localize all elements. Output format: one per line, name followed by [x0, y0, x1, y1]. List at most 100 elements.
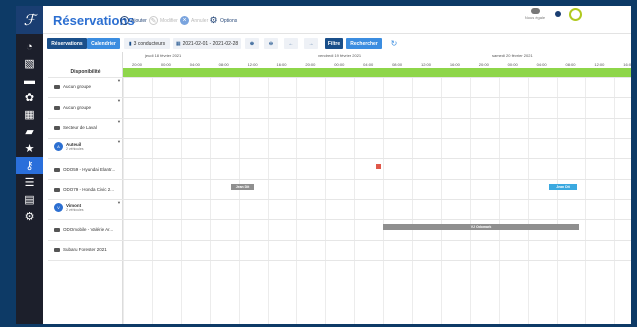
car-icon [54, 167, 60, 172]
time-label: 12:00 [247, 62, 258, 67]
car-icon [54, 125, 60, 130]
zoom-out-button[interactable]: ⊖ [264, 38, 278, 49]
calendar-icon[interactable]: ▦ [16, 106, 43, 123]
plus-circle-icon: + [120, 16, 129, 25]
resource-row[interactable]: ODO79 - Honda Civic 2... [54, 187, 114, 192]
time-label: 00:00 [160, 62, 171, 67]
car-icon [54, 247, 60, 252]
print-icon[interactable]: ▤ [16, 191, 43, 208]
tab-reservations[interactable]: Réservations [47, 38, 87, 49]
reservation-label: Jean Dit [235, 185, 250, 189]
add-button[interactable]: + Ajouter [120, 16, 147, 25]
car-icon [54, 187, 60, 192]
time-label: 16:00 [276, 62, 287, 67]
row-divider [48, 77, 631, 78]
chevron-down-icon[interactable]: ▼ [117, 139, 121, 144]
grid-column-line [354, 77, 356, 324]
key-icon[interactable]: ⚷ [16, 157, 43, 174]
reservation-label: Jean Dit [556, 185, 570, 189]
grid-column-line [498, 77, 500, 324]
resource-label: ODO59 - Hyundai Elantr... [63, 167, 116, 172]
grid-column-line [180, 77, 182, 324]
zoom-in-button[interactable]: ⊕ [245, 38, 259, 49]
date-range-picker[interactable]: ▦ 2021-02-01 - 2021-02-28 [173, 38, 241, 49]
row-divider [48, 158, 631, 159]
resource-row[interactable]: Subaru Forester 2021 [54, 247, 107, 252]
time-label: 00:00 [334, 62, 345, 67]
grid-column-line [527, 77, 529, 324]
reservation-block[interactable]: Jean Dit [549, 184, 577, 190]
options-button[interactable]: ⚙ Options [209, 15, 238, 25]
chevron-down-icon[interactable]: ▼ [117, 119, 121, 124]
bell-icon[interactable] [555, 11, 561, 17]
drivers-icon: ▮ [128, 40, 132, 47]
grid-column-line [123, 77, 124, 324]
grid-column-line [383, 77, 385, 324]
chevron-down-icon[interactable]: ▼ [117, 98, 121, 103]
resource-row[interactable]: Secteur de Laval [54, 125, 97, 130]
group-row[interactable]: A Auteuil 2 véhicules [54, 142, 84, 151]
tab-calendar[interactable]: Calendrier [87, 38, 120, 49]
zoom-in-icon: ⊕ [249, 40, 255, 47]
car-icon [54, 227, 60, 232]
filter-button[interactable]: Filtre [325, 38, 343, 49]
grid-column-line [614, 77, 616, 324]
reservation-block[interactable] [376, 164, 381, 169]
reservation-block[interactable]: Jean Dit [231, 184, 254, 190]
map-icon[interactable]: ▧ [16, 55, 43, 72]
group-row[interactable]: V Vimont 2 véhicules [54, 203, 84, 212]
time-label: 16:00 [449, 62, 460, 67]
refresh-button[interactable]: ↻ [388, 38, 400, 49]
list-icon[interactable]: ☰ [16, 174, 43, 191]
grid-column-line [440, 77, 442, 324]
notification-label: Nous égale [524, 15, 546, 20]
resource-label: Subaru Forester 2021 [63, 247, 107, 252]
time-label: 00:00 [507, 62, 518, 67]
grid-column-line [469, 77, 471, 324]
notification-button[interactable]: Nous égale [523, 8, 547, 20]
star-icon[interactable]: ★ [16, 140, 43, 157]
edit-label: Modifier [160, 17, 178, 24]
reservation-block[interactable]: VJ Odomark [383, 224, 579, 230]
cancel-icon: × [180, 16, 189, 25]
arrow-left-icon: ← [288, 40, 294, 47]
time-label: 20:00 [131, 62, 142, 67]
options-label: Options [220, 17, 238, 24]
dashboard-icon[interactable]: ◔ [16, 38, 43, 55]
chevron-down-icon[interactable]: ▼ [117, 78, 121, 83]
gear-icon: ⚙ [209, 15, 218, 25]
car-icon[interactable]: ▰ [16, 123, 43, 140]
resource-row[interactable]: Aucun groupe [54, 84, 91, 89]
time-label: 20:00 [478, 62, 489, 67]
vehicles-icon[interactable]: ▬ [16, 72, 43, 89]
user-avatar[interactable] [569, 8, 582, 21]
prev-button[interactable]: ← [284, 38, 298, 49]
drivers-label: 3 conducteurs [133, 40, 166, 47]
search-button[interactable]: Rechercher [346, 38, 382, 49]
date-range-label: 2021-02-01 - 2021-02-28 [182, 40, 239, 47]
resource-label: Aucun groupe [63, 84, 92, 89]
resource-row[interactable]: ODO59 - Hyundai Elantr... [54, 167, 115, 172]
cancel-button[interactable]: × Annuler [180, 16, 208, 25]
resource-row[interactable]: ODOmobile - Valérie Ar... [54, 227, 113, 232]
resource-row[interactable]: Aucun groupe [54, 105, 91, 110]
refresh-icon: ↻ [390, 39, 398, 48]
palette-icon[interactable]: ✿ [16, 89, 43, 106]
next-button[interactable]: → [304, 38, 318, 49]
availability-bar [123, 68, 631, 77]
calendar-small-icon: ▦ [175, 40, 181, 47]
app-logo[interactable]: ℱ [16, 6, 43, 34]
time-label: 08:00 [218, 62, 229, 67]
day-header: jeudi 18 février 2021 [145, 53, 182, 58]
cancel-label: Annuler [191, 17, 209, 24]
chevron-down-icon[interactable]: ▼ [117, 200, 121, 205]
grid-column-line [267, 77, 269, 324]
edit-button[interactable]: ✎ Modifier [149, 16, 178, 25]
settings-icon[interactable]: ⚙ [16, 208, 43, 225]
grid-column-line [585, 77, 587, 324]
day-header: samedi 20 février 2021 [492, 53, 533, 58]
drivers-filter-button[interactable]: ▮ 3 conducteurs [124, 38, 170, 49]
time-label: 12:00 [420, 62, 431, 67]
grid-column-line [151, 77, 153, 324]
row-divider [48, 199, 631, 200]
